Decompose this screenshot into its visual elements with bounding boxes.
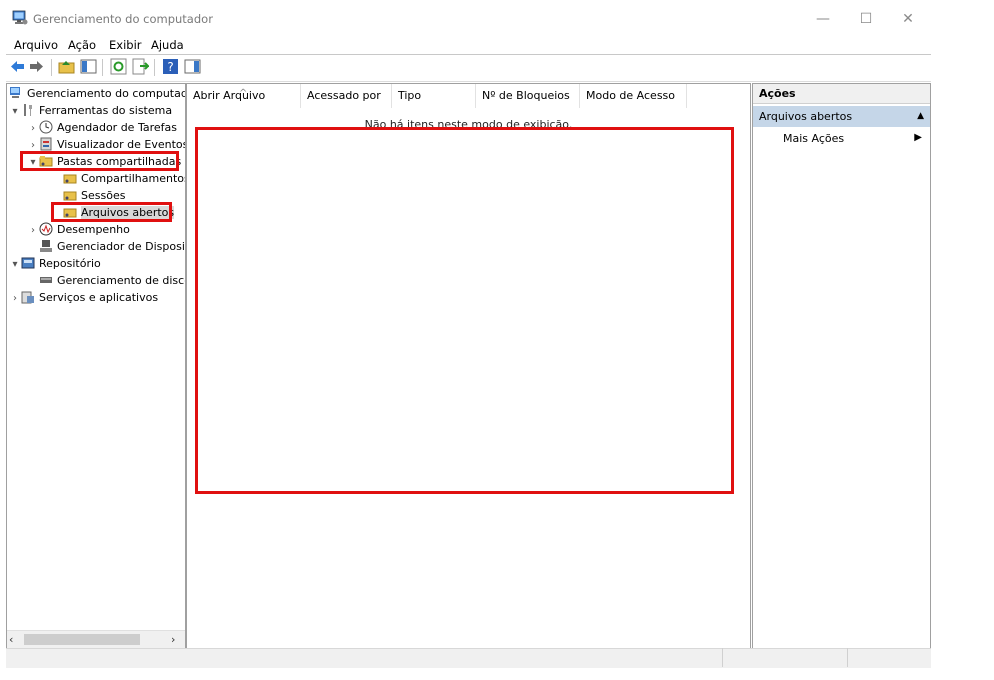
scrollbar-thumb[interactable] [24, 634, 140, 645]
highlight-pastas-compartilhadas [20, 151, 179, 171]
show-hide-tree-icon[interactable] [80, 58, 97, 75]
storage-icon [21, 257, 35, 269]
tree-item-label: Ferramentas do sistema [39, 104, 173, 117]
svg-text:?: ? [167, 60, 173, 74]
up-folder-icon[interactable] [58, 58, 75, 75]
performance-icon [39, 222, 53, 236]
computer-management-icon [10, 87, 20, 98]
status-divider [847, 648, 848, 667]
tree-item-gerenciamento-disco[interactable]: Gerenciamento de disco [39, 272, 186, 289]
disk-icon [40, 277, 52, 283]
tree-item-label: Visualizador de Eventos [57, 138, 186, 151]
highlight-arquivos-abertos [51, 202, 172, 222]
highlight-list-area [195, 127, 734, 494]
event-viewer-icon [40, 137, 52, 151]
toolbar-separator [102, 59, 103, 76]
back-arrow-icon[interactable] [9, 58, 26, 75]
column-header-acessado-por[interactable]: Acessado por [301, 84, 392, 108]
actions-pane: Ações Arquivos abertos ▲ Mais Ações ▶ [752, 83, 931, 649]
tree-item-repositorio[interactable]: ▾ Repositório [9, 255, 101, 273]
menu-arquivo[interactable]: Arquivo [14, 38, 58, 52]
help-icon[interactable]: ? [162, 58, 179, 75]
actions-section-label: Arquivos abertos [759, 110, 853, 123]
chevron-right-icon[interactable]: › [27, 120, 39, 137]
maximize-button[interactable]: ☐ [851, 8, 881, 30]
submenu-arrow-icon[interactable]: ▶ [914, 132, 922, 143]
chevron-down-icon[interactable]: ▾ [9, 256, 21, 273]
shared-folder-icon [63, 191, 77, 201]
tree-item-label: Serviços e aplicativos [39, 291, 159, 304]
shared-folder-icon [63, 174, 77, 184]
column-header-tipo[interactable]: Tipo [392, 84, 476, 108]
scroll-left-icon[interactable]: ‹ [9, 633, 13, 646]
menu-exibir[interactable]: Exibir [109, 38, 142, 52]
minimize-button[interactable]: — [808, 8, 838, 30]
menu-acao[interactable]: Ação [68, 38, 96, 52]
tree-item-label: Gerenciador de Disposit [57, 240, 186, 253]
status-bar [6, 648, 931, 668]
computer-management-icon [12, 10, 28, 25]
show-hide-action-pane-icon[interactable] [184, 58, 201, 75]
device-manager-icon [40, 240, 52, 252]
tree-item-ferramentas[interactable]: ▾ Ferramentas do sistema [9, 102, 172, 119]
column-header-modo-acesso[interactable]: Modo de Acesso [580, 84, 687, 108]
tree-item-label: Agendador de Tarefas [57, 121, 177, 134]
refresh-icon[interactable] [110, 58, 127, 75]
tree-item-agendador[interactable]: › Agendador de Tarefas [27, 119, 177, 136]
forward-arrow-icon[interactable] [28, 58, 45, 75]
tree-root-label: Gerenciamento do computado [27, 87, 186, 100]
status-divider [722, 648, 723, 667]
scroll-right-icon[interactable]: › [171, 633, 175, 646]
tree-item-label: Sessões [81, 189, 126, 202]
sort-ascending-icon: ^ [239, 88, 248, 99]
tree-item-label: Repositório [39, 257, 101, 270]
tree-item-gerenciador-dispositivos[interactable]: Gerenciador de Disposit [39, 238, 186, 255]
export-list-icon[interactable] [132, 58, 149, 75]
window-title: Gerenciamento do computador [33, 12, 213, 26]
column-header-bloqueios[interactable]: Nº de Bloqueios [476, 84, 580, 108]
tree-horizontal-scrollbar[interactable]: ‹ › [7, 630, 185, 648]
tree-item-label: Desempenho [57, 223, 130, 236]
close-button[interactable]: ✕ [893, 8, 923, 30]
clock-icon [39, 120, 53, 134]
actions-title: Ações [753, 84, 930, 104]
tree-item-desempenho[interactable]: › Desempenho [27, 221, 130, 238]
collapse-icon[interactable]: ▲ [917, 106, 924, 127]
chevron-right-icon[interactable]: › [9, 290, 21, 307]
column-header-abrir-arquivo[interactable]: Abrir Arquivo ^ [187, 84, 301, 108]
services-icon [21, 291, 34, 304]
tree-item-label: Compartilhamentos [81, 172, 186, 185]
tree-root[interactable]: Gerenciamento do computado [9, 85, 186, 102]
toolbar-separator [154, 59, 155, 76]
chevron-right-icon[interactable]: › [27, 222, 39, 239]
toolbar-separator [51, 59, 52, 76]
menu-ajuda[interactable]: Ajuda [151, 38, 184, 52]
more-actions-item[interactable]: Mais Ações [783, 132, 844, 145]
chevron-down-icon[interactable]: ▾ [9, 103, 21, 120]
actions-section-header[interactable]: Arquivos abertos ▲ [753, 106, 930, 127]
tree-item-label: Gerenciamento de disco [57, 274, 186, 287]
tree-item-compartilhamentos[interactable]: Compartilhamentos [63, 170, 186, 187]
tools-icon [24, 104, 32, 116]
column-header-label: Abrir Arquivo [193, 89, 266, 102]
tree-item-servicos[interactable]: › Serviços e aplicativos [9, 289, 158, 306]
